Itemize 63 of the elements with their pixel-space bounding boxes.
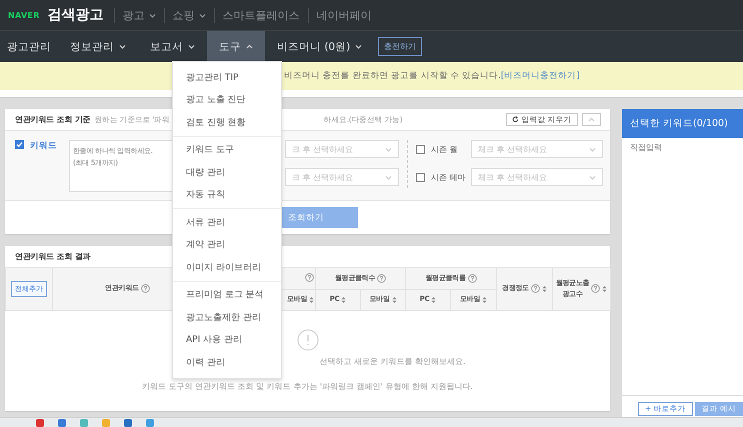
menu-item[interactable]: 이미지 라이브러리: [173, 256, 281, 278]
checkbox[interactable]: [416, 172, 425, 182]
menu-item[interactable]: 계약 관리: [173, 234, 281, 256]
checkbox[interactable]: [416, 144, 425, 154]
section-title: 연관키워드 조회 결과: [15, 251, 90, 262]
panel-title: 선택한 키워드(0/100): [622, 109, 743, 138]
checkbox[interactable]: [15, 140, 24, 149]
help-icon[interactable]: [140, 284, 150, 294]
taskbar-icon[interactable]: [36, 418, 44, 426]
alert-icon: [296, 328, 318, 350]
caret-icon: [588, 117, 595, 122]
taskbar-icon[interactable]: [58, 418, 66, 426]
menu-item[interactable]: 자동 규칙: [173, 184, 281, 206]
refresh-icon: [512, 116, 520, 123]
menu-item[interactable]: 검토 진행 현황: [173, 111, 281, 134]
caret-icon: [589, 146, 596, 152]
sort-icon[interactable]: [542, 284, 547, 293]
help-icon[interactable]: [377, 274, 386, 283]
check-icon: [16, 141, 23, 148]
sort-icon[interactable]: [602, 284, 608, 293]
taskbar-icon[interactable]: [124, 418, 132, 426]
nav-tab[interactable]: 도구: [207, 31, 265, 62]
logo[interactable]: NAVER: [8, 10, 40, 20]
help-icon[interactable]: [305, 272, 314, 282]
menu-item[interactable]: 이력 관리: [173, 351, 281, 374]
top-menu-item[interactable]: 광고: [114, 8, 156, 22]
nav-tab[interactable]: 광고관리: [0, 31, 58, 62]
sort-icon[interactable]: [431, 296, 436, 304]
season-label: 시즌 테마: [431, 172, 467, 182]
empty-message: 선택하고 새로운 키워드를 확인해보세요.: [319, 356, 466, 366]
menu-item[interactable]: 광고관리 TIP: [173, 66, 281, 88]
nav-tab[interactable]: 보고서: [138, 31, 207, 62]
charge-link[interactable]: [비즈머니충전하기]: [500, 71, 580, 81]
menu-item[interactable]: 프리미엄 로그 분석: [173, 284, 281, 306]
menu-item[interactable]: 광고노출제한 관리: [173, 306, 281, 328]
menu-item[interactable]: 키워드 도구: [173, 138, 281, 161]
season-label: 시즌 월: [431, 144, 459, 154]
caret-icon: [385, 146, 392, 152]
keyword-label: 키워드: [30, 140, 57, 153]
top-menu-item[interactable]: 쇼핑: [164, 8, 206, 22]
menu-item[interactable]: API 사용 관리: [173, 328, 281, 351]
caret-icon: [385, 174, 392, 180]
section-title: 연관키워드 조회 기준: [15, 114, 90, 125]
top-menu-item[interactable]: 네이버페이: [308, 8, 372, 22]
taskbar-icon[interactable]: [80, 418, 88, 426]
nav-tab[interactable]: 비즈머니 (0원): [265, 31, 374, 62]
menu-item[interactable]: 대량 관리: [173, 161, 281, 184]
sort-icon[interactable]: [341, 296, 346, 304]
note-text: 키워드 도구의 연관키워드 조회 및 키워드 추가는 '파워링크 캠페인' 유형에 한해 지원됩니다.: [142, 380, 473, 392]
menu-item[interactable]: 광고 노출 진단: [173, 88, 281, 111]
help-icon[interactable]: [468, 274, 477, 283]
nav-tab[interactable]: 정보관리: [58, 31, 138, 62]
help-icon[interactable]: [530, 284, 540, 294]
app-title: 검색광고: [48, 6, 104, 24]
taskbar-icon[interactable]: [146, 418, 154, 426]
charge-button[interactable]: 충전하기: [378, 37, 422, 56]
notice-text: 비즈머니 충전를 완료하면 광고를 시작할 수 있습니다.[비즈머니충전하기]: [284, 70, 580, 82]
caret-icon: [589, 174, 596, 180]
sort-icon[interactable]: [482, 296, 488, 304]
direct-input-label[interactable]: 직접입력: [622, 138, 743, 153]
help-icon[interactable]: [591, 284, 600, 294]
top-menu-item[interactable]: 스마트플레이스: [214, 8, 300, 22]
sort-icon[interactable]: [392, 296, 397, 304]
